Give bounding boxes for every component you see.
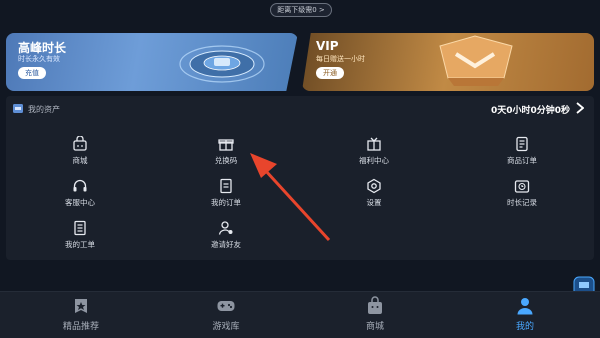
document-icon	[220, 178, 232, 194]
tab-shop-label: 商城	[365, 322, 384, 332]
welfare-center-label: 福利中心	[359, 156, 389, 165]
tab-game-library[interactable]: 游戏库	[181, 296, 271, 336]
shop-label: 商城	[72, 156, 88, 165]
star-badge-icon	[75, 299, 87, 313]
annotation-arrow	[250, 153, 331, 242]
settings-entry[interactable]: 设置	[334, 178, 414, 212]
my-tickets-entry[interactable]: 我的工单	[40, 220, 120, 254]
welfare-center-entry[interactable]: 福利中心	[334, 136, 414, 170]
tab-me[interactable]: 我的	[480, 296, 570, 336]
assets-label: 我的资产	[28, 105, 60, 114]
bottom-tab-bar: 精品推荐 游戏库 商城 我的	[0, 291, 600, 338]
recharge-button[interactable]: 充值	[18, 67, 46, 79]
my-tickets-label: 我的工单	[65, 240, 95, 249]
time-record-label: 时长记录	[507, 198, 537, 207]
peak-time-subtitle: 时长永久有效	[18, 55, 60, 63]
order-list-icon	[516, 136, 528, 152]
remaining-time-value: 0天0小时0分钟0秒	[490, 106, 570, 116]
invite-user-icon	[218, 221, 233, 235]
next-level-notice[interactable]: 距离下级需0 >	[270, 3, 332, 17]
settings-label: 设置	[366, 198, 382, 207]
assets-header[interactable]: 我的资产 0天0小时0分钟0秒	[6, 96, 594, 122]
time-record-icon	[514, 180, 530, 193]
gamepad-icon	[217, 301, 235, 311]
wallet-icon	[13, 104, 23, 113]
vip-crown-icon	[439, 35, 513, 86]
tab-featured-label: 精品推荐	[62, 322, 99, 332]
headset-icon	[73, 179, 87, 192]
speed-disc-icon	[179, 45, 265, 83]
welfare-gift-icon	[367, 137, 381, 151]
settings-hex-icon	[367, 178, 381, 194]
customer-service-entry[interactable]: 客服中心	[40, 178, 120, 212]
vip-title: VIP	[316, 39, 339, 53]
customer-service-label: 客服中心	[65, 198, 95, 207]
vip-subtitle: 每日赠送一小时	[316, 55, 365, 63]
user-icon	[517, 298, 533, 315]
peak-time-card[interactable]: 高峰时长 时长永久有效 充值	[6, 33, 298, 91]
tab-shop[interactable]: 商城	[330, 296, 420, 336]
product-orders-label: 商品订单	[507, 156, 537, 165]
chevron-right-icon[interactable]	[576, 102, 584, 114]
product-orders-entry[interactable]: 商品订单	[482, 136, 562, 170]
gift-box-icon	[218, 139, 234, 151]
shop-bag-icon	[368, 296, 382, 314]
ticket-icon	[74, 220, 86, 236]
time-record-entry[interactable]: 时长记录	[482, 178, 562, 212]
tab-me-label: 我的	[515, 322, 534, 332]
shop-entry[interactable]: 商城	[40, 136, 120, 170]
tab-game-library-label: 游戏库	[212, 322, 240, 332]
tab-featured[interactable]: 精品推荐	[36, 296, 126, 336]
activate-vip-button[interactable]: 开通	[316, 67, 344, 79]
shopping-bag-icon	[73, 136, 87, 151]
